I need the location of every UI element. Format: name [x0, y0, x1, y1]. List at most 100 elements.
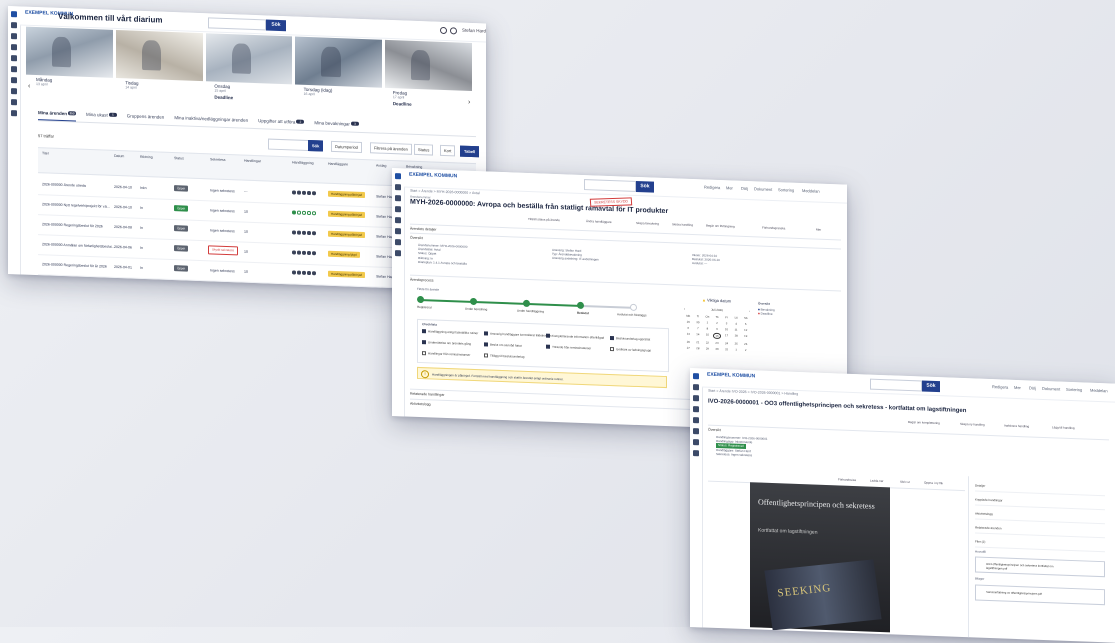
calendar-day[interactable]: Mo [684, 314, 693, 318]
tab-mina-arenden[interactable]: Mina ärenden 253 [38, 108, 77, 122]
day-column[interactable]: Onsdag 15 april Deadline [204, 83, 293, 108]
day-column[interactable]: Måndag 13 april [26, 77, 115, 102]
calendar-day[interactable]: 12 [741, 328, 750, 332]
calendar-day[interactable]: 13 [684, 332, 693, 338]
checkbox[interactable]: Kompletterande information efterfrågad [546, 334, 604, 340]
new-document-button[interactable]: Skapa ny handling [960, 422, 985, 427]
calendar-day[interactable]: 26 [741, 342, 750, 346]
history-icon[interactable] [395, 206, 401, 213]
next-month-icon[interactable]: › [749, 309, 750, 313]
calendar-day[interactable]: 23 [713, 341, 722, 345]
home-icon[interactable] [11, 11, 17, 18]
day-column[interactable]: Torsdag (idag) 16 april [294, 86, 383, 111]
table-view-button[interactable]: Tabell [460, 145, 480, 158]
add-document-button[interactable]: Lägg till handling [1052, 425, 1075, 430]
request-completion-button[interactable]: Begär om komplettering [908, 420, 940, 425]
hide-button[interactable]: Dölj [1029, 385, 1036, 390]
tab-bevakningar[interactable]: Mina bevakningar 3 [314, 118, 359, 132]
search-button[interactable]: Sök [266, 19, 286, 32]
calendar-day[interactable]: 9 [713, 327, 722, 331]
calendar-day[interactable]: 2 [713, 321, 722, 325]
search-input[interactable] [870, 378, 922, 392]
bell-icon[interactable] [440, 26, 447, 35]
calendar-day[interactable]: 5 [741, 322, 750, 326]
calendar-day[interactable]: Ti [694, 314, 703, 318]
checkbox[interactable]: Godkänt av ledningsgrupp [610, 347, 651, 353]
calendar-day[interactable]: To [713, 315, 722, 319]
calendar-day[interactable]: 21 [694, 340, 703, 344]
calendar-day[interactable]: Fr [722, 315, 731, 319]
messages-button[interactable]: Meddelan [802, 188, 820, 194]
stats-icon[interactable] [11, 99, 17, 106]
tab-inaktiva[interactable]: Mina inaktiva/nedläggningar ärenden [174, 113, 248, 128]
search-input[interactable] [584, 179, 636, 192]
user-icon[interactable] [11, 77, 17, 84]
calendar-day[interactable]: 25 [732, 341, 741, 346]
extend-button[interactable]: Begär om förlängning [706, 224, 735, 229]
checkbox[interactable]: Ansvarig handläggare kontrollerat tillde… [484, 331, 552, 338]
search-icon[interactable] [395, 184, 401, 191]
settings-icon[interactable] [11, 88, 17, 95]
download-button[interactable]: Ladda ner [870, 479, 884, 483]
calendar-day[interactable]: 6 [684, 326, 693, 330]
filter-cases-button[interactable]: Filtrera på ärenden [370, 142, 412, 155]
calendar-day[interactable]: 24 [722, 341, 731, 345]
calendar-day[interactable]: 7 [694, 326, 703, 330]
more-button[interactable]: Mer [726, 185, 733, 190]
settings-icon[interactable] [395, 239, 401, 246]
search-icon[interactable] [11, 22, 17, 29]
file-item[interactable]: OO3 offentlighetsprincipen och sekretess… [975, 556, 1105, 578]
home-icon[interactable] [693, 373, 699, 380]
send-document-button[interactable]: Skicka handling [672, 222, 693, 227]
calendar-day[interactable]: 11 [732, 327, 741, 332]
edit-button[interactable]: Redigera [704, 184, 720, 190]
panel-details[interactable]: Detaljer [975, 480, 1105, 497]
history-icon[interactable] [11, 44, 17, 51]
print-icon[interactable] [395, 250, 401, 257]
calendar-day[interactable]: 30 [694, 320, 703, 324]
trash-icon[interactable] [11, 110, 17, 117]
calendar-day[interactable]: 4 [732, 321, 741, 326]
search-input[interactable] [208, 17, 266, 31]
home-icon[interactable] [395, 173, 401, 180]
set-status-button[interactable]: Tillsätt status på ärende [528, 217, 560, 222]
search-button[interactable]: Sök [922, 380, 940, 393]
calendar-day[interactable]: 30 [713, 347, 722, 351]
hide-button[interactable]: Dölj [741, 186, 748, 191]
file-item[interactable]: Sammanfattning av offentlighetsprincipen… [975, 584, 1105, 606]
panel-linked-docs[interactable]: Kopplade handlingar [975, 494, 1105, 511]
user-name[interactable]: Stefan Hard [462, 28, 486, 34]
calendar-day[interactable]: 2 [741, 348, 750, 352]
calendar-day[interactable]: 29 [703, 346, 712, 351]
section-process[interactable]: Ärendeprocess [410, 274, 841, 298]
more-actions-button[interactable]: Mer [816, 228, 821, 232]
filter-search-button[interactable]: Sök [308, 140, 324, 152]
documents-button[interactable]: Dokument [1042, 386, 1060, 392]
cases-icon[interactable] [11, 33, 17, 40]
documents-button[interactable]: Dokument [754, 186, 772, 192]
calendar-day[interactable]: 28 [694, 346, 703, 350]
checkbox[interactable]: Handläggning enligt fastställda rutiner [422, 329, 478, 335]
sort-button[interactable]: Sortering [1066, 387, 1082, 393]
prev-month-icon[interactable]: ‹ [684, 307, 685, 311]
document-preview[interactable]: Offentlighetsprincipen och sekretess Kor… [750, 482, 890, 633]
calendar-day[interactable]: 8 [703, 326, 712, 331]
calendar-day[interactable]: 3 [722, 321, 731, 325]
deactivate-document-button[interactable]: Inaktivera handling [1004, 424, 1029, 429]
star-icon[interactable] [11, 55, 17, 62]
edit-button[interactable]: Redigera [992, 384, 1008, 390]
messages-button[interactable]: Meddelan [1090, 388, 1108, 394]
calendar-day[interactable]: 29 [684, 320, 693, 324]
calendar-day[interactable]: 10 [722, 327, 731, 331]
day-column[interactable]: Tisdag 14 april [115, 80, 204, 105]
sort-button[interactable]: Sortering [778, 187, 794, 193]
cases-icon[interactable] [693, 395, 699, 402]
calendar-day[interactable]: 1 [732, 347, 741, 352]
calendar-day[interactable]: 27 [684, 346, 693, 350]
calendar-day[interactable]: Sö [741, 316, 750, 320]
search-button[interactable]: Sök [636, 180, 654, 193]
search-icon[interactable] [693, 384, 699, 391]
calendar-day[interactable]: 14 [694, 332, 703, 338]
checkbox[interactable]: Underrättelse om ärendets gång [422, 340, 471, 346]
print-button[interactable]: Skriv ut [900, 480, 910, 484]
